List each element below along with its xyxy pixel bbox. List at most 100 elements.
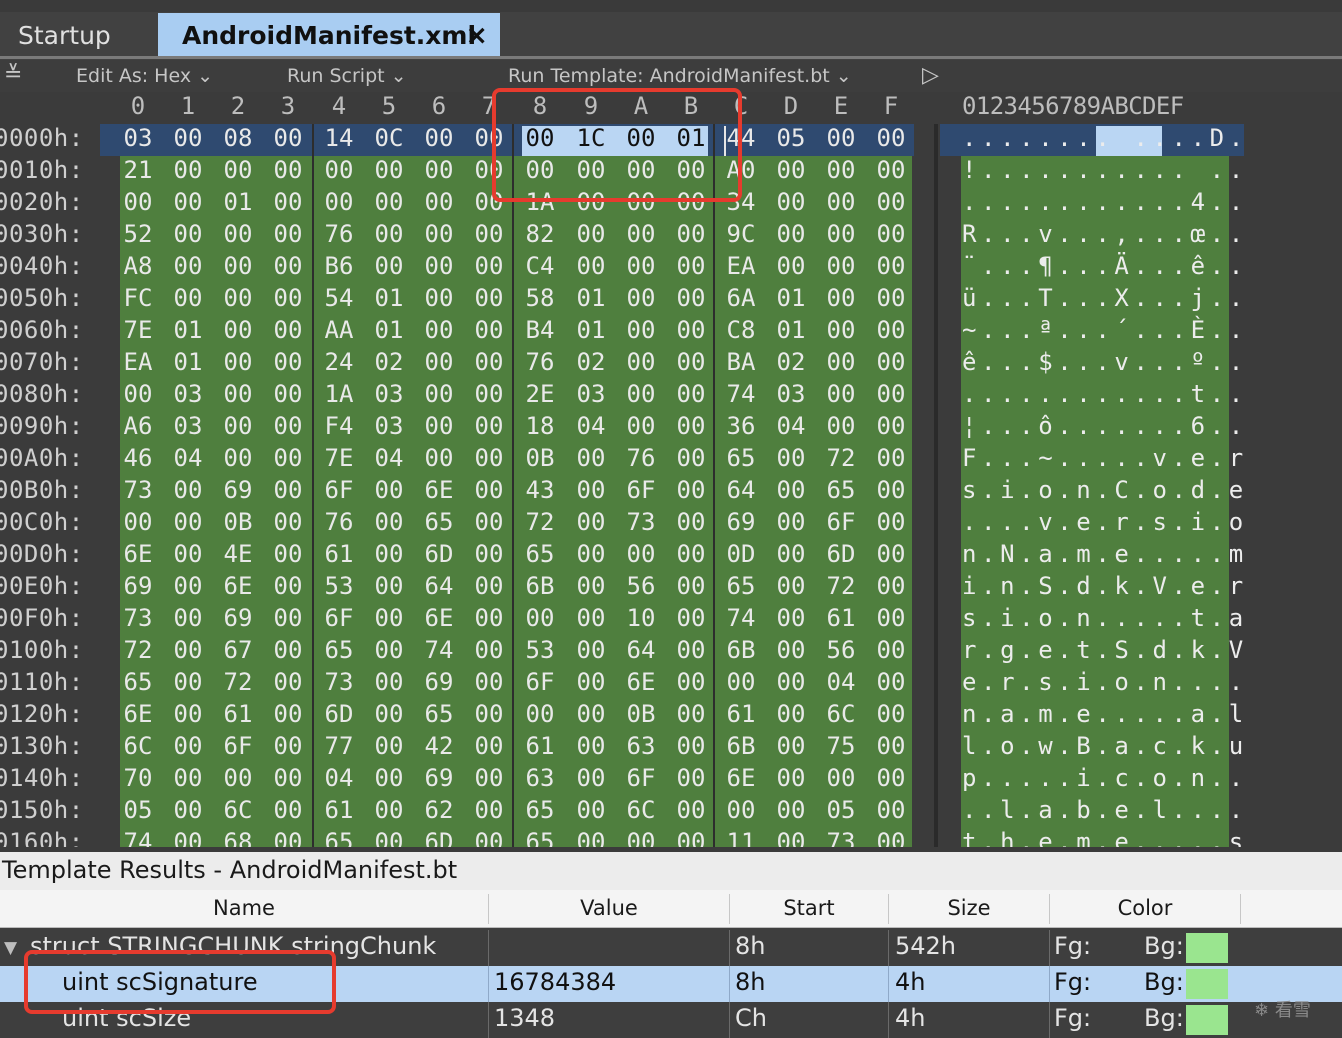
hex-byte[interactable]: 61 (314, 796, 364, 824)
hex-byte[interactable]: 73 (816, 828, 866, 847)
hex-byte[interactable]: 00 (616, 252, 666, 280)
hex-byte[interactable]: 00 (464, 796, 514, 824)
hex-byte[interactable]: 00 (263, 156, 313, 184)
ascii-text[interactable]: ............t... (962, 380, 1267, 408)
hex-byte[interactable]: 6F (816, 508, 866, 536)
hex-byte[interactable]: 42 (414, 732, 464, 760)
hex-byte[interactable]: A8 (113, 252, 163, 280)
hex-byte[interactable]: 00 (263, 636, 313, 664)
hex-byte[interactable]: 65 (414, 508, 464, 536)
hex-byte[interactable]: 00 (263, 124, 313, 152)
hex-byte[interactable]: 10 (616, 604, 666, 632)
ascii-text[interactable]: r.g.e.t.S.d.k.V. (962, 636, 1267, 664)
hex-byte[interactable]: 0B (213, 508, 263, 536)
hex-byte[interactable]: 00 (766, 636, 816, 664)
hex-byte[interactable]: 08 (213, 124, 263, 152)
hex-byte[interactable]: 00 (213, 764, 263, 792)
hex-byte[interactable]: 00 (766, 476, 816, 504)
ascii-text[interactable]: ........ ....D... (962, 124, 1286, 152)
hex-byte[interactable]: 00 (666, 604, 716, 632)
hex-byte[interactable]: 03 (566, 380, 616, 408)
hex-byte[interactable]: 04 (163, 444, 213, 472)
hex-byte[interactable]: 72 (213, 668, 263, 696)
hex-byte[interactable]: 00 (866, 540, 916, 568)
hex-byte[interactable]: 05 (816, 796, 866, 824)
hex-byte[interactable]: 00 (364, 156, 414, 184)
hex-byte[interactable]: 67 (213, 636, 263, 664)
hex-byte[interactable]: 65 (314, 636, 364, 664)
hex-byte[interactable]: 00 (263, 252, 313, 280)
hex-byte[interactable]: 00 (616, 540, 666, 568)
hex-byte[interactable]: 00 (464, 764, 514, 792)
hex-byte[interactable]: 9C (716, 220, 766, 248)
bg-color-swatch[interactable] (1186, 969, 1228, 999)
hex-byte[interactable]: 01 (163, 316, 213, 344)
hex-byte[interactable]: 52 (113, 220, 163, 248)
hex-byte[interactable]: 00 (213, 220, 263, 248)
hex-byte[interactable]: 00 (314, 156, 364, 184)
hex-byte[interactable]: 00 (364, 796, 414, 824)
hex-byte[interactable]: 01 (566, 316, 616, 344)
hex-byte[interactable]: 0C (364, 124, 414, 152)
hex-byte[interactable]: 00 (163, 700, 213, 728)
hex-byte[interactable]: 00 (566, 572, 616, 600)
hex-byte[interactable]: 00 (364, 604, 414, 632)
hex-byte[interactable]: 00 (364, 636, 414, 664)
hex-byte[interactable]: 56 (616, 572, 666, 600)
hex-byte[interactable]: 00 (866, 252, 916, 280)
hex-byte[interactable]: 00 (816, 316, 866, 344)
hex-byte[interactable]: 6E (113, 540, 163, 568)
hex-byte[interactable]: 00 (414, 252, 464, 280)
hex-byte[interactable]: 61 (314, 540, 364, 568)
hex-byte[interactable]: 00 (816, 156, 866, 184)
hex-byte[interactable]: 00 (566, 732, 616, 760)
hex-byte[interactable]: 6E (414, 476, 464, 504)
hex-byte[interactable]: 00 (816, 412, 866, 440)
hex-byte[interactable]: 00 (666, 700, 716, 728)
hex-byte[interactable]: 36 (716, 412, 766, 440)
hex-byte[interactable]: 04 (766, 412, 816, 440)
hex-byte[interactable]: 00 (766, 220, 816, 248)
hex-byte[interactable]: 01 (364, 284, 414, 312)
hex-byte[interactable]: 00 (213, 444, 263, 472)
hex-byte[interactable]: 00 (766, 540, 816, 568)
hex-byte[interactable]: 00 (213, 380, 263, 408)
hex-byte[interactable]: 00 (263, 476, 313, 504)
hex-byte[interactable]: 69 (414, 764, 464, 792)
hex-byte[interactable]: 00 (666, 220, 716, 248)
hex-byte[interactable]: AA (314, 316, 364, 344)
hex-byte[interactable]: 6F (616, 476, 666, 504)
hex-byte[interactable]: 72 (816, 444, 866, 472)
hex-byte[interactable]: 00 (163, 188, 213, 216)
ascii-text[interactable]: F...~.....v.e.r. (962, 444, 1267, 472)
hex-byte[interactable]: 04 (816, 668, 866, 696)
hex-byte[interactable]: 56 (816, 636, 866, 664)
hex-byte[interactable]: 6E (716, 764, 766, 792)
hex-byte[interactable]: 00 (816, 380, 866, 408)
hex-byte[interactable]: 00 (263, 764, 313, 792)
hex-byte[interactable]: 00 (766, 668, 816, 696)
hex-byte[interactable]: 00 (666, 380, 716, 408)
hex-byte[interactable]: 61 (716, 700, 766, 728)
hex-byte[interactable]: 69 (213, 604, 263, 632)
hex-byte[interactable]: 00 (113, 380, 163, 408)
hex-byte[interactable]: 00 (616, 220, 666, 248)
hex-byte[interactable]: 00 (866, 380, 916, 408)
hex-byte[interactable]: 0B (616, 700, 666, 728)
hex-byte[interactable]: 00 (766, 188, 816, 216)
hex-byte[interactable]: 04 (314, 764, 364, 792)
hex-byte[interactable]: 00 (414, 188, 464, 216)
ascii-text[interactable]: t.h.e.m.e.....s. (962, 828, 1267, 847)
hex-byte[interactable]: 00 (364, 732, 414, 760)
hex-byte[interactable]: 00 (866, 476, 916, 504)
hex-byte[interactable]: 00 (263, 828, 313, 847)
hex-byte[interactable]: 11 (716, 828, 766, 847)
hex-byte[interactable]: 00 (163, 732, 213, 760)
hex-byte[interactable]: B6 (314, 252, 364, 280)
hex-byte[interactable]: 00 (616, 380, 666, 408)
hex-byte[interactable]: 6A (716, 284, 766, 312)
hex-byte[interactable]: 00 (666, 316, 716, 344)
hex-byte[interactable]: 65 (414, 700, 464, 728)
hex-byte[interactable]: 73 (314, 668, 364, 696)
hex-byte[interactable]: 6C (113, 732, 163, 760)
